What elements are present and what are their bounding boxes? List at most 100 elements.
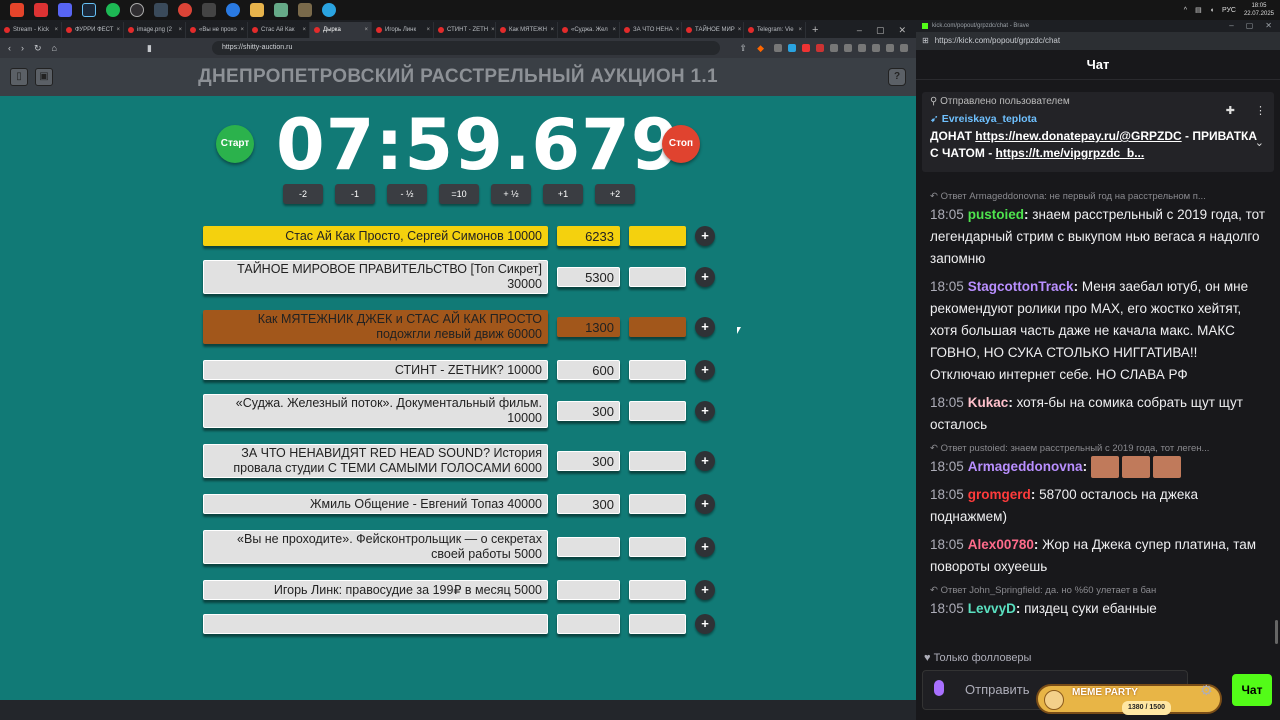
lot-name-field[interactable]: Жмиль Общение - Евгений Топаз 40000 (203, 494, 548, 514)
extension-icon[interactable] (830, 44, 838, 52)
add-amount-button[interactable]: + (695, 537, 715, 557)
lot-name-field[interactable]: СТИНТ - ZETHИК? 10000 (203, 360, 548, 380)
timer-adjust-button[interactable]: -1 (335, 184, 375, 204)
extension-icon[interactable] (844, 44, 852, 52)
reply-context[interactable]: ↶ Ответ pustoied: знаем расстрельный с 2… (916, 442, 1280, 456)
lot-name-field[interactable]: Как МЯТЕЖНИК ДЖЕК и СТАС АЙ КАК ПРОСТО п… (203, 310, 548, 344)
maximize-icon[interactable]: ▢ (1246, 20, 1254, 32)
message-username[interactable]: Kukac (968, 395, 1009, 410)
lot-amount-field[interactable] (557, 614, 620, 634)
add-amount-button[interactable]: + (695, 226, 715, 246)
new-tab-icon[interactable]: + (806, 22, 824, 38)
lot-add-amount-input[interactable] (629, 537, 686, 557)
minimize-icon[interactable]: – (857, 22, 862, 38)
add-amount-button[interactable]: + (695, 614, 715, 634)
reload-icon[interactable]: ↻ (34, 43, 42, 54)
reply-context[interactable]: ↶ Ответ John_Springfield: да. но %60 уле… (916, 584, 1280, 598)
tab-close-icon[interactable]: × (240, 27, 244, 33)
reply-context[interactable]: ↶ Ответ Armageddonovna: не первый год на… (916, 190, 1280, 204)
tab-9[interactable]: «Суджа. Жел × (558, 22, 620, 38)
tab-close-icon[interactable]: × (54, 27, 58, 33)
person-app-icon[interactable] (298, 3, 312, 17)
steam-app-icon[interactable] (82, 3, 96, 17)
tab-0[interactable]: Stream - Kick × (0, 22, 62, 38)
tab-1[interactable]: ФУРРИ ФЕСТ × (62, 22, 124, 38)
timer-adjust-button[interactable]: + ½ (491, 184, 531, 204)
lot-amount-field[interactable]: 300 (557, 451, 620, 471)
lot-name-field[interactable]: Игорь Линк: правосудие за 199₽ в месяц 5… (203, 580, 548, 600)
add-amount-button[interactable]: + (695, 317, 715, 337)
tab-close-icon[interactable]: × (738, 27, 742, 33)
unpin-icon[interactable]: ✚ (1226, 104, 1235, 117)
lot-add-amount-input[interactable] (629, 360, 686, 380)
share-icon[interactable]: ⇪ (740, 43, 748, 54)
tab-close-icon[interactable]: × (550, 27, 554, 33)
maximize-icon[interactable]: ▢ (876, 22, 885, 38)
tab-8[interactable]: Как МЯТЕЖН × (496, 22, 558, 38)
add-amount-button[interactable]: + (695, 494, 715, 514)
tab-close-icon[interactable]: × (612, 27, 616, 33)
tab-12[interactable]: Telegram: Vie × (744, 22, 806, 38)
brave-shield-icon[interactable]: ◆ (757, 43, 764, 54)
chevron-up-icon[interactable]: ^ (1184, 7, 1187, 14)
message-username[interactable]: gromgerd (968, 487, 1031, 502)
donate-link[interactable]: https://new.donatepay.ru/@GRPZDC (975, 129, 1181, 143)
lot-amount-field[interactable]: 300 (557, 401, 620, 421)
spotify-app-icon[interactable] (106, 3, 120, 17)
lot-amount-field[interactable]: 600 (557, 360, 620, 380)
timer-adjust-button[interactable]: -2 (283, 184, 323, 204)
tab-close-icon[interactable]: × (302, 27, 306, 33)
tab-7[interactable]: СТИНТ - ZETH × (434, 22, 496, 38)
pinned-user[interactable]: ➹ Evreiskaya_teplota (930, 113, 1266, 125)
brave-app-icon[interactable] (10, 3, 24, 17)
chevron-down-icon[interactable]: ⌄ (1255, 136, 1264, 149)
telegram-app-icon[interactable] (322, 3, 336, 17)
timer-adjust-button[interactable]: - ½ (387, 184, 427, 204)
lot-add-amount-input[interactable] (629, 494, 686, 514)
lot-amount-field[interactable]: 1300 (557, 317, 620, 337)
lot-add-amount-input[interactable] (629, 401, 686, 421)
lot-name-field[interactable]: «Вы не проходите». Фейсконтрольщик — о с… (203, 530, 548, 564)
site-info-icon[interactable]: ⊞ (922, 32, 929, 50)
lot-amount-field[interactable]: 6233 (557, 226, 620, 246)
tab-3[interactable]: «Вы не прохо × (186, 22, 248, 38)
extension-icon[interactable] (774, 44, 782, 52)
tab-close-icon[interactable]: × (426, 27, 430, 33)
gear-icon[interactable]: ⚙ (1200, 682, 1213, 699)
timer-adjust-button[interactable]: =10 (439, 184, 479, 204)
popout-url[interactable]: https://kick.com/popout/grpzdc/chat (935, 32, 1060, 50)
lot-name-field[interactable]: «Суджа. Железный поток». Документальный … (203, 394, 548, 428)
tab-close-icon[interactable]: × (676, 27, 680, 33)
tab-11[interactable]: ТАЙНОЕ МИР × (682, 22, 744, 38)
timer-adjust-button[interactable]: +1 (543, 184, 583, 204)
lot-name-field[interactable]: Стас Ай Как Просто, Сергей Симонов 10000 (203, 226, 548, 246)
mic-icon[interactable] (934, 680, 944, 696)
language-indicator[interactable]: РУС (1222, 7, 1236, 14)
send-chat-button[interactable]: Чат (1232, 674, 1272, 706)
message-username[interactable]: StagcottonTrack (968, 279, 1074, 294)
back-icon[interactable]: ‹ (8, 43, 11, 53)
chrome-app-icon[interactable] (178, 3, 192, 17)
add-amount-button[interactable]: + (695, 360, 715, 380)
message-username[interactable]: Alex00780 (968, 537, 1034, 552)
extension-icon[interactable] (900, 44, 908, 52)
tab-close-icon[interactable]: × (116, 27, 120, 33)
timer-adjust-button[interactable]: +2 (595, 184, 635, 204)
tab-4[interactable]: Стас Ай Как × (248, 22, 310, 38)
youtube-app-icon[interactable] (34, 3, 48, 17)
chat-scrollbar[interactable] (1275, 620, 1278, 644)
start-button[interactable]: Старт (216, 125, 254, 163)
add-amount-button[interactable]: + (695, 267, 715, 287)
url-field[interactable]: https://shitty-auction.ru (211, 41, 720, 55)
message-username[interactable]: LevvyD (968, 601, 1016, 616)
help-icon[interactable]: ? (888, 68, 906, 86)
tab-2[interactable]: image.png (2 × (124, 22, 186, 38)
lot-add-amount-input[interactable] (629, 451, 686, 471)
tab-5[interactable]: Дырка × (310, 22, 372, 38)
lot-add-amount-input[interactable] (629, 580, 686, 600)
clock[interactable]: 18:05 22.07.2025 (1244, 2, 1274, 18)
extension-icon[interactable] (858, 44, 866, 52)
obs-app-icon[interactable] (130, 3, 144, 17)
more-icon[interactable]: ⋮ (1255, 104, 1266, 117)
lot-name-field[interactable]: ТАЙНОЕ МИРОВОЕ ПРАВИТЕЛЬСТВО [Топ Сикрет… (203, 260, 548, 294)
